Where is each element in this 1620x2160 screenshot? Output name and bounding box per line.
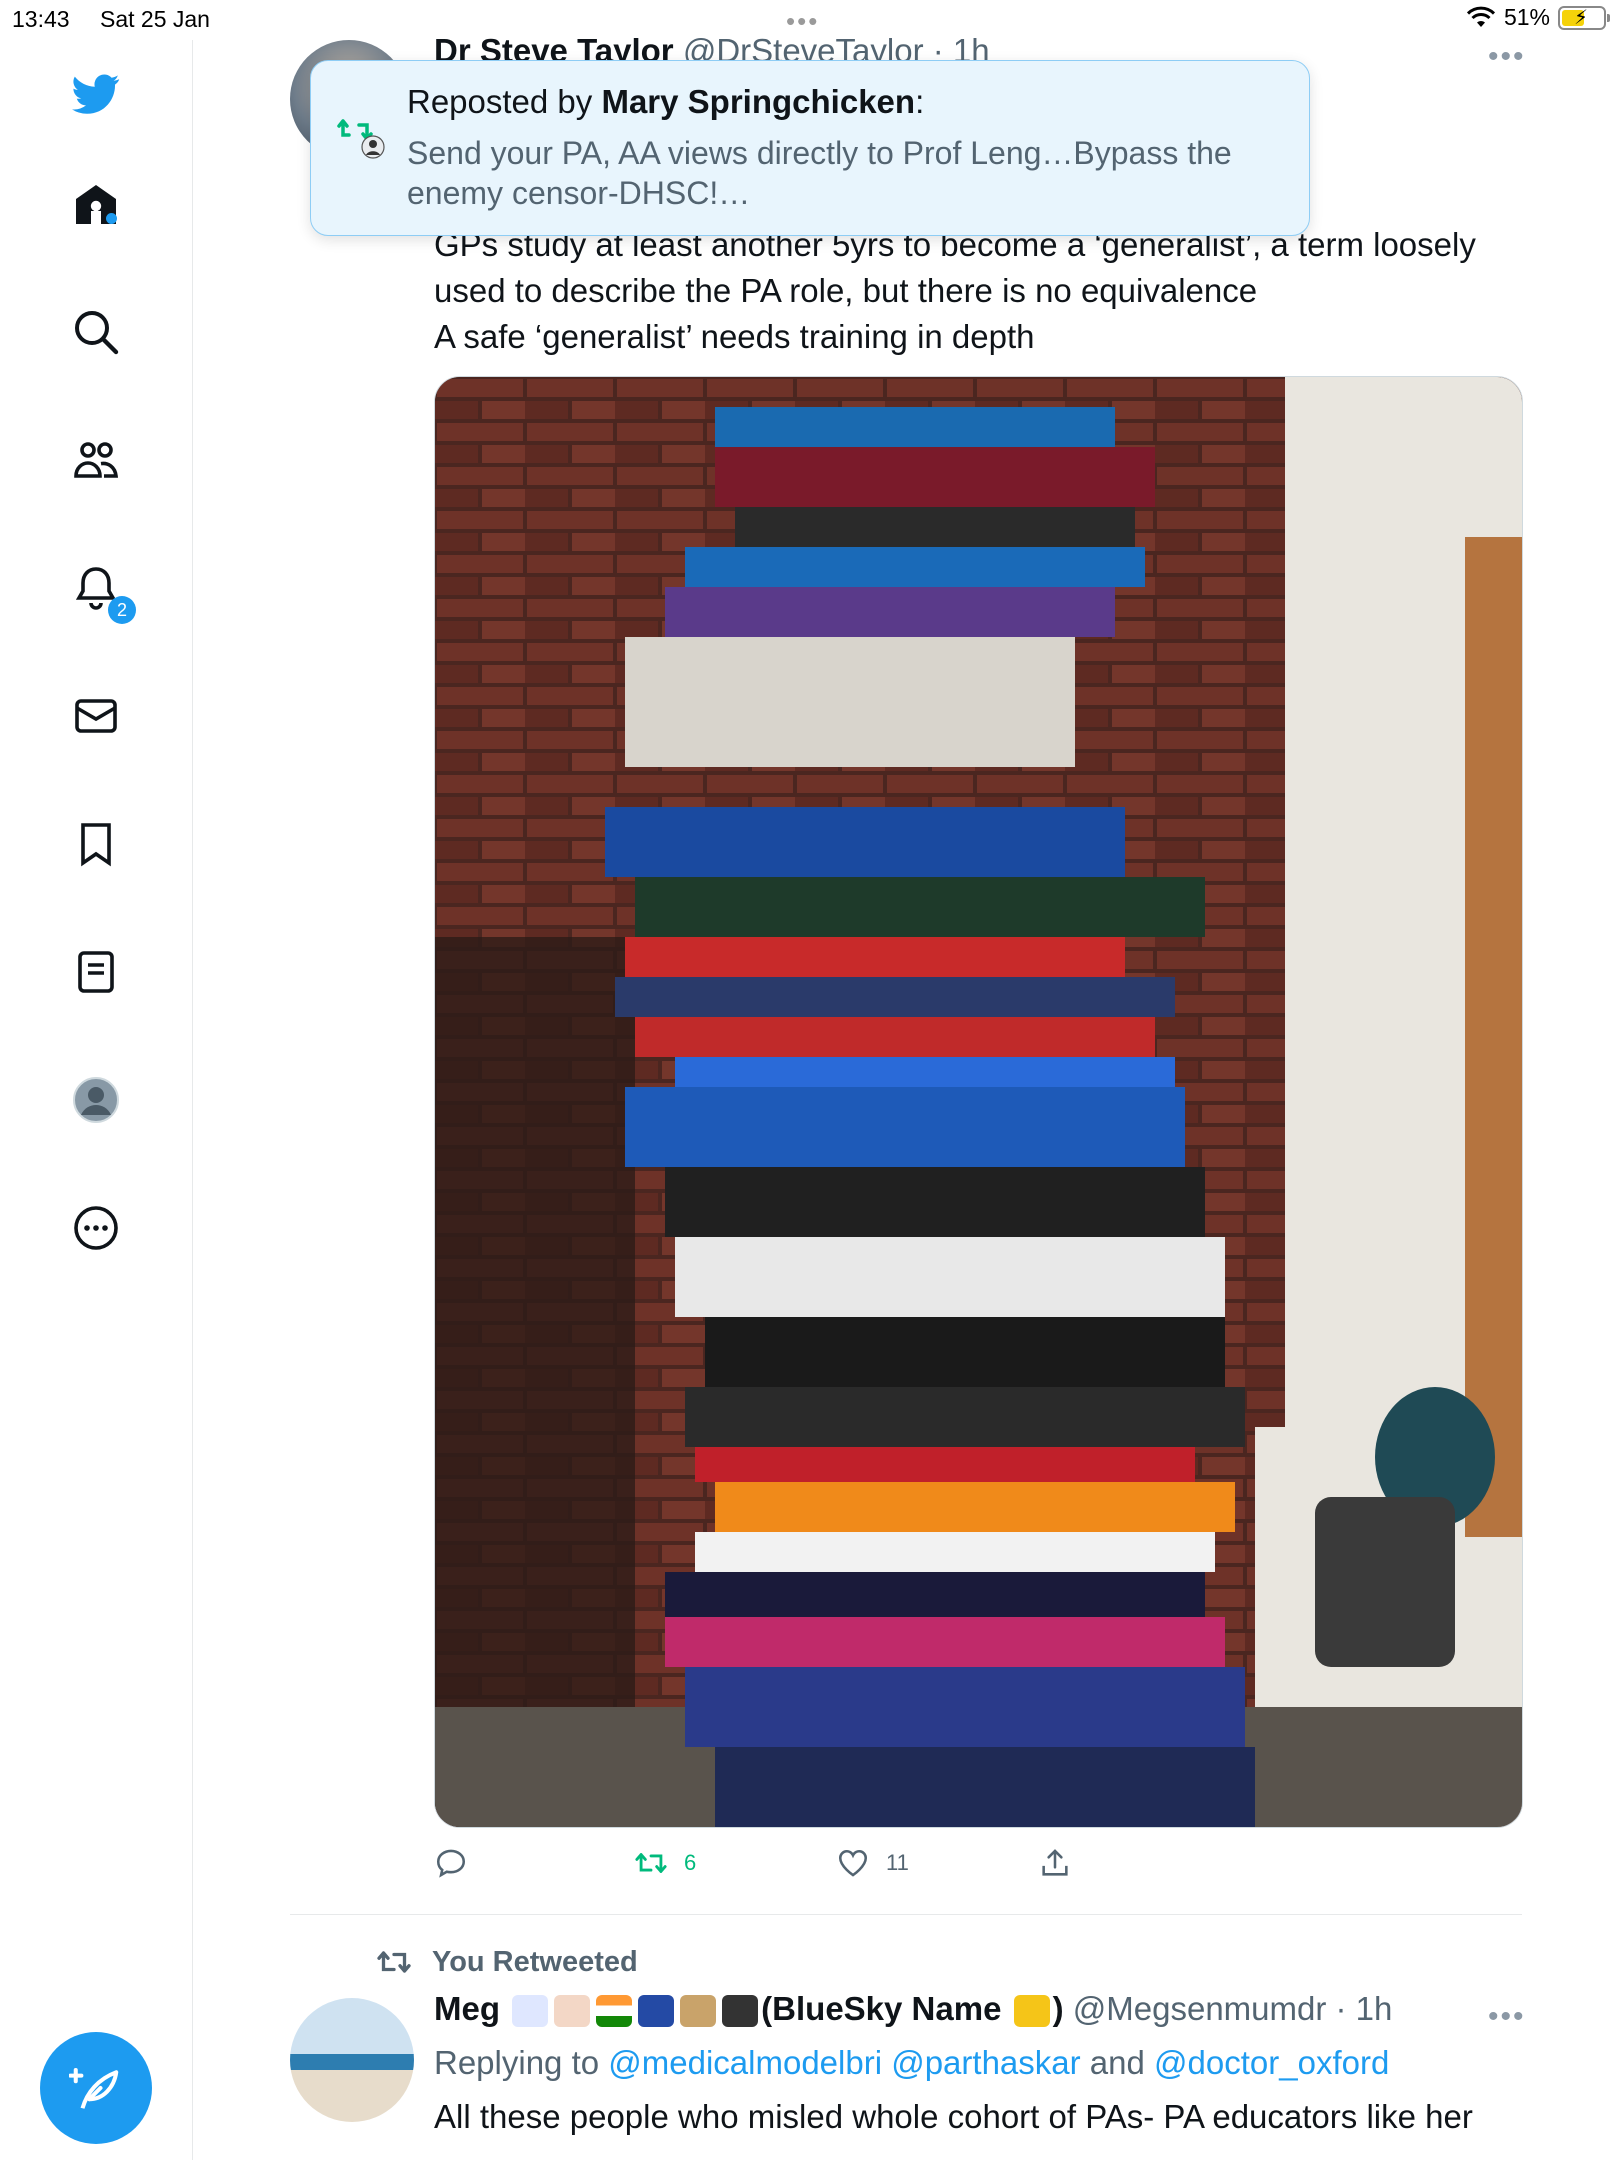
tweet2-author-handle[interactable]: @Megsenmumdr · 1h (1073, 1990, 1393, 2027)
status-time: 13:43 (12, 6, 70, 32)
sidebar-nav: 2 (0, 40, 193, 2160)
repost-notification-toast[interactable]: Reposted by Mary Springchicken: Send you… (310, 60, 1310, 236)
retweet-count: 6 (684, 1850, 697, 1875)
pointing-down-emoji-icon (1013, 1995, 1050, 2028)
book-stack-photo (435, 377, 1522, 1827)
search-icon[interactable] (66, 302, 126, 362)
tweet2-header: Meg (BlueSky Name ) @Megsenmumdr · 1h (434, 1990, 1392, 2028)
tweet1-image-book-stack[interactable] (434, 376, 1523, 1828)
repost-user-icon (337, 119, 385, 159)
heart-icon (838, 1849, 868, 1877)
profile-avatar-icon[interactable] (66, 1070, 126, 1130)
communities-icon[interactable] (66, 430, 126, 490)
home-unread-dot (106, 213, 117, 224)
messages-icon[interactable] (66, 686, 126, 746)
reply-mention-link[interactable]: @doctor_oxford (1154, 2044, 1389, 2081)
reply-icon (436, 1849, 466, 1878)
tweet1-more-icon[interactable]: ••• (1488, 40, 1526, 74)
lists-icon[interactable] (66, 942, 126, 1002)
bookmarks-icon[interactable] (66, 814, 126, 874)
toast-title: Reposted by Mary Springchicken: (407, 83, 925, 120)
tweet2-author-name[interactable]: Meg (BlueSky Name ) (434, 1990, 1064, 2028)
status-date: Sat 25 Jan (100, 6, 210, 32)
doctor-emoji-icon (554, 1995, 591, 2028)
tweet-divider (290, 1914, 1522, 1915)
wifi-icon (1466, 6, 1496, 27)
more-options-icon[interactable] (66, 1198, 126, 1258)
reply-button[interactable] (434, 1846, 468, 1880)
film-camera-emoji-icon (722, 1995, 759, 2028)
india-flag-icon (596, 1995, 633, 2028)
tweet2-more-icon[interactable]: ••• (1488, 2000, 1526, 2034)
battery-icon: ⚡ (1558, 5, 1610, 30)
twitter-logo-icon[interactable] (66, 64, 126, 124)
toast-reposter-name: Mary Springchicken (601, 83, 916, 120)
toast-message: Send your PA, AA views directly to Prof … (407, 135, 1232, 211)
share-button[interactable] (1038, 1846, 1072, 1880)
compose-feather-icon (69, 2067, 119, 2109)
uk-flag-icon (638, 1995, 675, 2028)
home-icon[interactable] (66, 174, 126, 234)
retweet-button[interactable]: 6 (634, 1846, 696, 1880)
tweet1-text-line: used to describe the PA role, but there … (434, 272, 1258, 309)
reply-mention-link[interactable]: @medicalmodelbri (608, 2044, 882, 2081)
you-retweeted-label: You Retweeted (376, 1944, 638, 1980)
cricket-emoji-icon (680, 1995, 717, 2028)
like-count: 11 (886, 1850, 909, 1875)
tweet1-text: GPs study at least another 5yrs to becom… (434, 222, 1544, 360)
retweet-small-icon (377, 1951, 411, 1973)
family-emoji-icon (512, 1995, 549, 2028)
notification-count-badge: 2 (108, 596, 136, 624)
retweet-icon (635, 1853, 667, 1873)
compose-tweet-button[interactable] (40, 2032, 152, 2144)
replying-to: Replying to @medicalmodelbri @parthaskar… (434, 2044, 1390, 2081)
tweet1-text-line: A safe ‘generalist’ needs training in de… (434, 318, 1035, 355)
tweet1-actions: 6 11 (434, 1846, 1534, 1886)
tweet2-text: All these people who misled whole cohort… (434, 2098, 1473, 2135)
battery-percent: 51% (1503, 4, 1550, 30)
reply-mention-link[interactable]: @parthaskar (891, 2044, 1080, 2081)
like-button[interactable]: 11 (836, 1846, 909, 1880)
tweet2-author-avatar[interactable] (290, 1998, 414, 2122)
share-icon (1042, 1849, 1068, 1876)
